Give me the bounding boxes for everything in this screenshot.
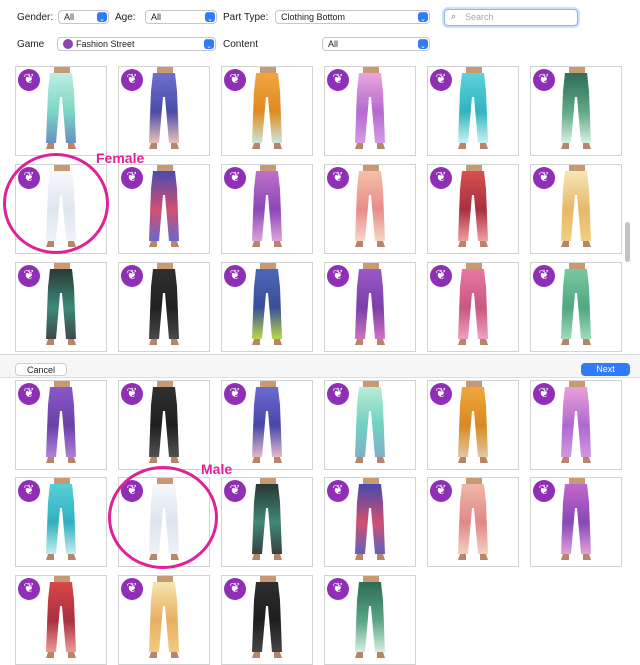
pack-badge-icon: ❦ [327, 69, 349, 91]
content-label: Content [223, 39, 259, 50]
item-tile[interactable]: ❦ [15, 575, 107, 665]
part-type-select-value: Clothing Bottom [281, 12, 346, 22]
item-tile[interactable]: ❦ [15, 66, 107, 156]
gender-select-value: All [64, 12, 75, 22]
search-icon: ⌕ [451, 12, 457, 22]
age-select[interactable]: All ⌃ ⌄ [145, 10, 217, 24]
item-tile[interactable]: ❦ [324, 66, 416, 156]
item-tile[interactable]: ❦ [324, 380, 416, 470]
female-annotation: Female [96, 150, 145, 166]
item-tile[interactable]: ❦ [427, 477, 519, 567]
pack-badge-icon: ❦ [224, 383, 246, 405]
male-highlight-circle [108, 466, 218, 569]
pack-badge-icon: ❦ [18, 69, 40, 91]
pack-badge-icon: ❦ [533, 265, 555, 287]
pack-badge-icon: ❦ [430, 383, 452, 405]
item-tile[interactable]: ❦ [324, 262, 416, 352]
pack-badge-icon: ❦ [327, 578, 349, 600]
gender-select[interactable]: All ⌃ ⌄ [58, 10, 109, 24]
item-tile[interactable]: ❦ [15, 380, 107, 470]
item-tile[interactable]: ❦ [530, 477, 622, 567]
dialog-footer [0, 354, 640, 378]
pack-badge-icon: ❦ [430, 69, 452, 91]
search-field[interactable]: ⌕ [444, 9, 578, 26]
pack-badge-icon: ❦ [18, 383, 40, 405]
pack-badge-icon: ❦ [430, 480, 452, 502]
item-tile[interactable]: ❦ [324, 477, 416, 567]
pack-badge-icon: ❦ [327, 480, 349, 502]
pack-badge-icon: ❦ [327, 383, 349, 405]
item-tile[interactable]: ❦ [118, 380, 210, 470]
pack-badge-icon: ❦ [327, 265, 349, 287]
item-tile[interactable]: ❦ [221, 66, 313, 156]
pack-badge-icon: ❦ [121, 167, 143, 189]
item-tile[interactable]: ❦ [324, 575, 416, 665]
pack-badge-icon: ❦ [224, 69, 246, 91]
game-pack-icon [63, 39, 73, 49]
male-annotation: Male [201, 461, 233, 477]
game-label: Game [17, 39, 45, 50]
chevron-updown-icon: ⌃ ⌄ [418, 38, 428, 50]
pack-badge-icon: ❦ [430, 167, 452, 189]
pack-badge-icon: ❦ [430, 265, 452, 287]
pack-badge-icon: ❦ [18, 265, 40, 287]
item-tile[interactable]: ❦ [427, 66, 519, 156]
part-type-select[interactable]: Clothing Bottom ⌃ ⌄ [275, 10, 430, 24]
cancel-button[interactable]: Cancel [15, 363, 67, 376]
item-tile[interactable]: ❦ [427, 380, 519, 470]
scrollbar-thumb[interactable] [625, 222, 630, 262]
pack-badge-icon: ❦ [121, 69, 143, 91]
pack-badge-icon: ❦ [121, 265, 143, 287]
chevron-updown-icon: ⌃ ⌄ [418, 11, 428, 23]
part-type-label: Part Type: [223, 12, 269, 23]
pack-badge-icon: ❦ [18, 480, 40, 502]
item-tile[interactable]: ❦ [221, 262, 313, 352]
pack-badge-icon: ❦ [18, 578, 40, 600]
content-select[interactable]: All ⌃ ⌄ [322, 37, 430, 51]
chevron-updown-icon: ⌃ ⌄ [205, 11, 215, 23]
item-tile[interactable]: ❦ [530, 66, 622, 156]
item-tile[interactable]: ❦ [118, 575, 210, 665]
item-tile[interactable]: ❦ [221, 380, 313, 470]
gender-label: Gender: [17, 12, 54, 23]
game-select-value: Fashion Street [76, 39, 135, 49]
pack-badge-icon: ❦ [533, 167, 555, 189]
game-select[interactable]: Fashion Street ⌃ ⌄ [57, 37, 216, 51]
item-tile[interactable]: ❦ [118, 66, 210, 156]
pack-badge-icon: ❦ [533, 383, 555, 405]
item-tile[interactable]: ❦ [221, 575, 313, 665]
age-label: Age: [115, 12, 136, 23]
item-tile[interactable]: ❦ [530, 164, 622, 254]
age-select-value: All [151, 12, 162, 22]
item-tile[interactable]: ❦ [118, 164, 210, 254]
pack-badge-icon: ❦ [121, 578, 143, 600]
pack-badge-icon: ❦ [327, 167, 349, 189]
item-tile[interactable]: ❦ [221, 164, 313, 254]
chevron-updown-icon: ⌃ ⌄ [204, 38, 214, 50]
pack-badge-icon: ❦ [224, 265, 246, 287]
female-highlight-circle [3, 153, 109, 254]
pack-badge-icon: ❦ [121, 383, 143, 405]
pack-badge-icon: ❦ [224, 578, 246, 600]
item-tile[interactable]: ❦ [324, 164, 416, 254]
item-tile[interactable]: ❦ [118, 262, 210, 352]
pack-badge-icon: ❦ [224, 480, 246, 502]
item-tile[interactable]: ❦ [427, 262, 519, 352]
item-tile[interactable]: ❦ [221, 477, 313, 567]
content-select-value: All [328, 39, 339, 49]
pack-badge-icon: ❦ [533, 69, 555, 91]
item-tile[interactable]: ❦ [530, 262, 622, 352]
item-tile[interactable]: ❦ [530, 380, 622, 470]
next-button[interactable]: Next [581, 363, 630, 376]
search-input[interactable] [465, 11, 570, 23]
item-tile[interactable]: ❦ [15, 262, 107, 352]
item-tile[interactable]: ❦ [15, 477, 107, 567]
pack-badge-icon: ❦ [533, 480, 555, 502]
item-tile[interactable]: ❦ [427, 164, 519, 254]
chevron-updown-icon: ⌃ ⌄ [97, 11, 107, 23]
pack-badge-icon: ❦ [224, 167, 246, 189]
